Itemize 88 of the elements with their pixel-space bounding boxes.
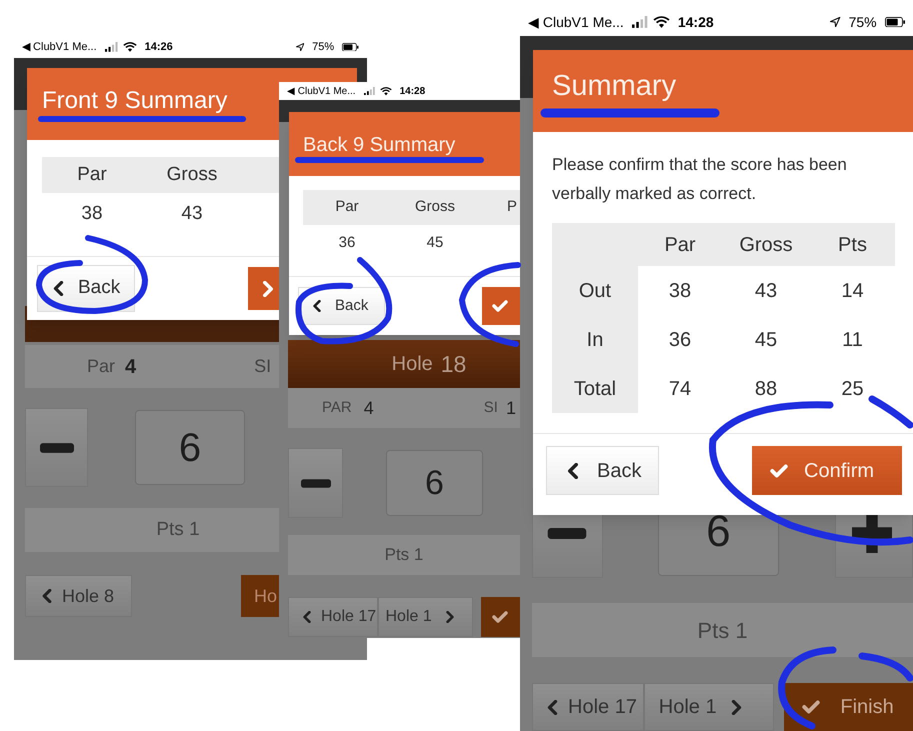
column-header: Par <box>76 162 108 187</box>
table-cell-text: 74 <box>668 376 692 402</box>
par-label: Par <box>87 355 116 378</box>
signal-icon <box>364 86 376 96</box>
row-header: In <box>552 315 638 364</box>
chevron-left-icon <box>51 281 66 296</box>
signal-icon <box>632 16 649 28</box>
points-bar: Pts 1 <box>288 535 520 575</box>
back-button[interactable]: Back <box>546 446 659 495</box>
finish-button[interactable] <box>480 597 520 637</box>
table-cell-text: 14 <box>840 278 865 304</box>
chevron-left-icon <box>545 700 560 714</box>
column-header: P <box>507 197 518 218</box>
column-header: Par <box>334 197 360 218</box>
table-cell-text: 36 <box>668 328 692 352</box>
pen-stroke <box>858 652 913 682</box>
table-cell-text: 38 <box>80 202 104 226</box>
wifi-icon <box>122 42 137 52</box>
si-label: SI <box>254 355 272 378</box>
confirm-button[interactable]: Confirm <box>752 446 902 495</box>
table-cell-text: 43 <box>180 202 204 226</box>
previous-hole-button[interactable]: Hole 17 <box>288 597 378 637</box>
check-icon <box>770 462 788 480</box>
back-to-app-link[interactable]: ◀ ClubV1 Me... <box>528 12 624 32</box>
hole-label: Hole <box>392 352 433 377</box>
row-header: Out <box>552 266 638 315</box>
table-cell-text: 36 <box>338 232 356 253</box>
si-label: SI <box>484 398 498 418</box>
chevron-left-icon <box>565 462 581 478</box>
column-header: Gross <box>738 232 794 258</box>
chevron-left-icon <box>301 611 313 623</box>
row-header: Total <box>552 364 638 413</box>
chevron-right-icon <box>444 611 456 623</box>
previous-hole-button[interactable]: Hole 8 <box>25 575 132 617</box>
chevron-left-icon <box>40 589 54 603</box>
hole-number: 18 <box>440 350 466 379</box>
column-header: Pts <box>837 232 868 258</box>
finish-button[interactable]: Finish <box>784 683 913 731</box>
previous-hole-button[interactable]: Hole 17 <box>532 683 644 731</box>
battery-icon <box>342 42 359 52</box>
chevron-left-icon <box>311 300 323 312</box>
table-cell-text: 38 <box>668 278 692 304</box>
confirm-button[interactable] <box>482 287 520 325</box>
battery-percent: 75% <box>848 12 877 32</box>
check-icon <box>492 609 508 625</box>
time-text: 14:26 <box>144 40 173 55</box>
par-value: 4 <box>125 354 136 380</box>
check-icon <box>492 298 508 314</box>
minus-icon <box>40 442 74 452</box>
column-header: Gross <box>414 197 456 218</box>
table-cell-text: 43 <box>754 278 778 304</box>
back-to-app-link[interactable]: ◀ ClubV1 Me... <box>22 38 97 56</box>
wifi-icon <box>652 16 670 28</box>
next-button[interactable] <box>248 267 279 310</box>
table-cell-text: 11 <box>841 328 864 352</box>
battery-icon <box>884 16 905 28</box>
check-icon <box>802 698 820 716</box>
time-text: 14:28 <box>400 84 426 98</box>
location-arrow-icon <box>296 42 304 52</box>
wifi-icon <box>380 86 392 96</box>
next-hole-button[interactable]: Hole 1 <box>644 683 774 731</box>
points-bar: Pts 1 <box>532 603 913 657</box>
table-cell-text: 88 <box>754 376 778 402</box>
chevron-right-icon <box>260 280 276 296</box>
score-field[interactable]: 6 <box>386 450 483 516</box>
time-text: 14:28 <box>678 12 714 32</box>
minus-icon <box>300 478 330 488</box>
dialog-title: Back 9 Summary <box>303 133 456 158</box>
back-to-app-link[interactable]: ◀ ClubV1 Me... <box>287 84 356 98</box>
dialog-title: Summary <box>552 71 676 101</box>
par-label: PAR <box>322 398 352 418</box>
next-hole-button[interactable]: Hole 1 <box>378 597 473 637</box>
si-value: 1 <box>506 396 516 420</box>
confirmation-message: Please confirm that the score has been verbally marked as correct. <box>551 154 848 205</box>
dialog-title: Front 9 Summary <box>42 88 228 114</box>
signal-icon <box>104 42 119 52</box>
location-arrow-icon <box>830 16 841 28</box>
table-cell-text: 25 <box>840 376 865 402</box>
table-cell-text: 45 <box>426 232 444 253</box>
next-hole-button[interactable]: Ho <box>241 575 279 617</box>
battery-percent: 75% <box>312 40 334 55</box>
pen-stroke <box>868 396 913 428</box>
table-cell-text: 45 <box>754 328 778 352</box>
column-header: Par <box>663 232 697 258</box>
minus-icon <box>547 528 588 538</box>
score-field[interactable]: 6 <box>135 410 245 485</box>
par-value: 4 <box>364 396 374 420</box>
column-header: Gross <box>166 162 218 187</box>
